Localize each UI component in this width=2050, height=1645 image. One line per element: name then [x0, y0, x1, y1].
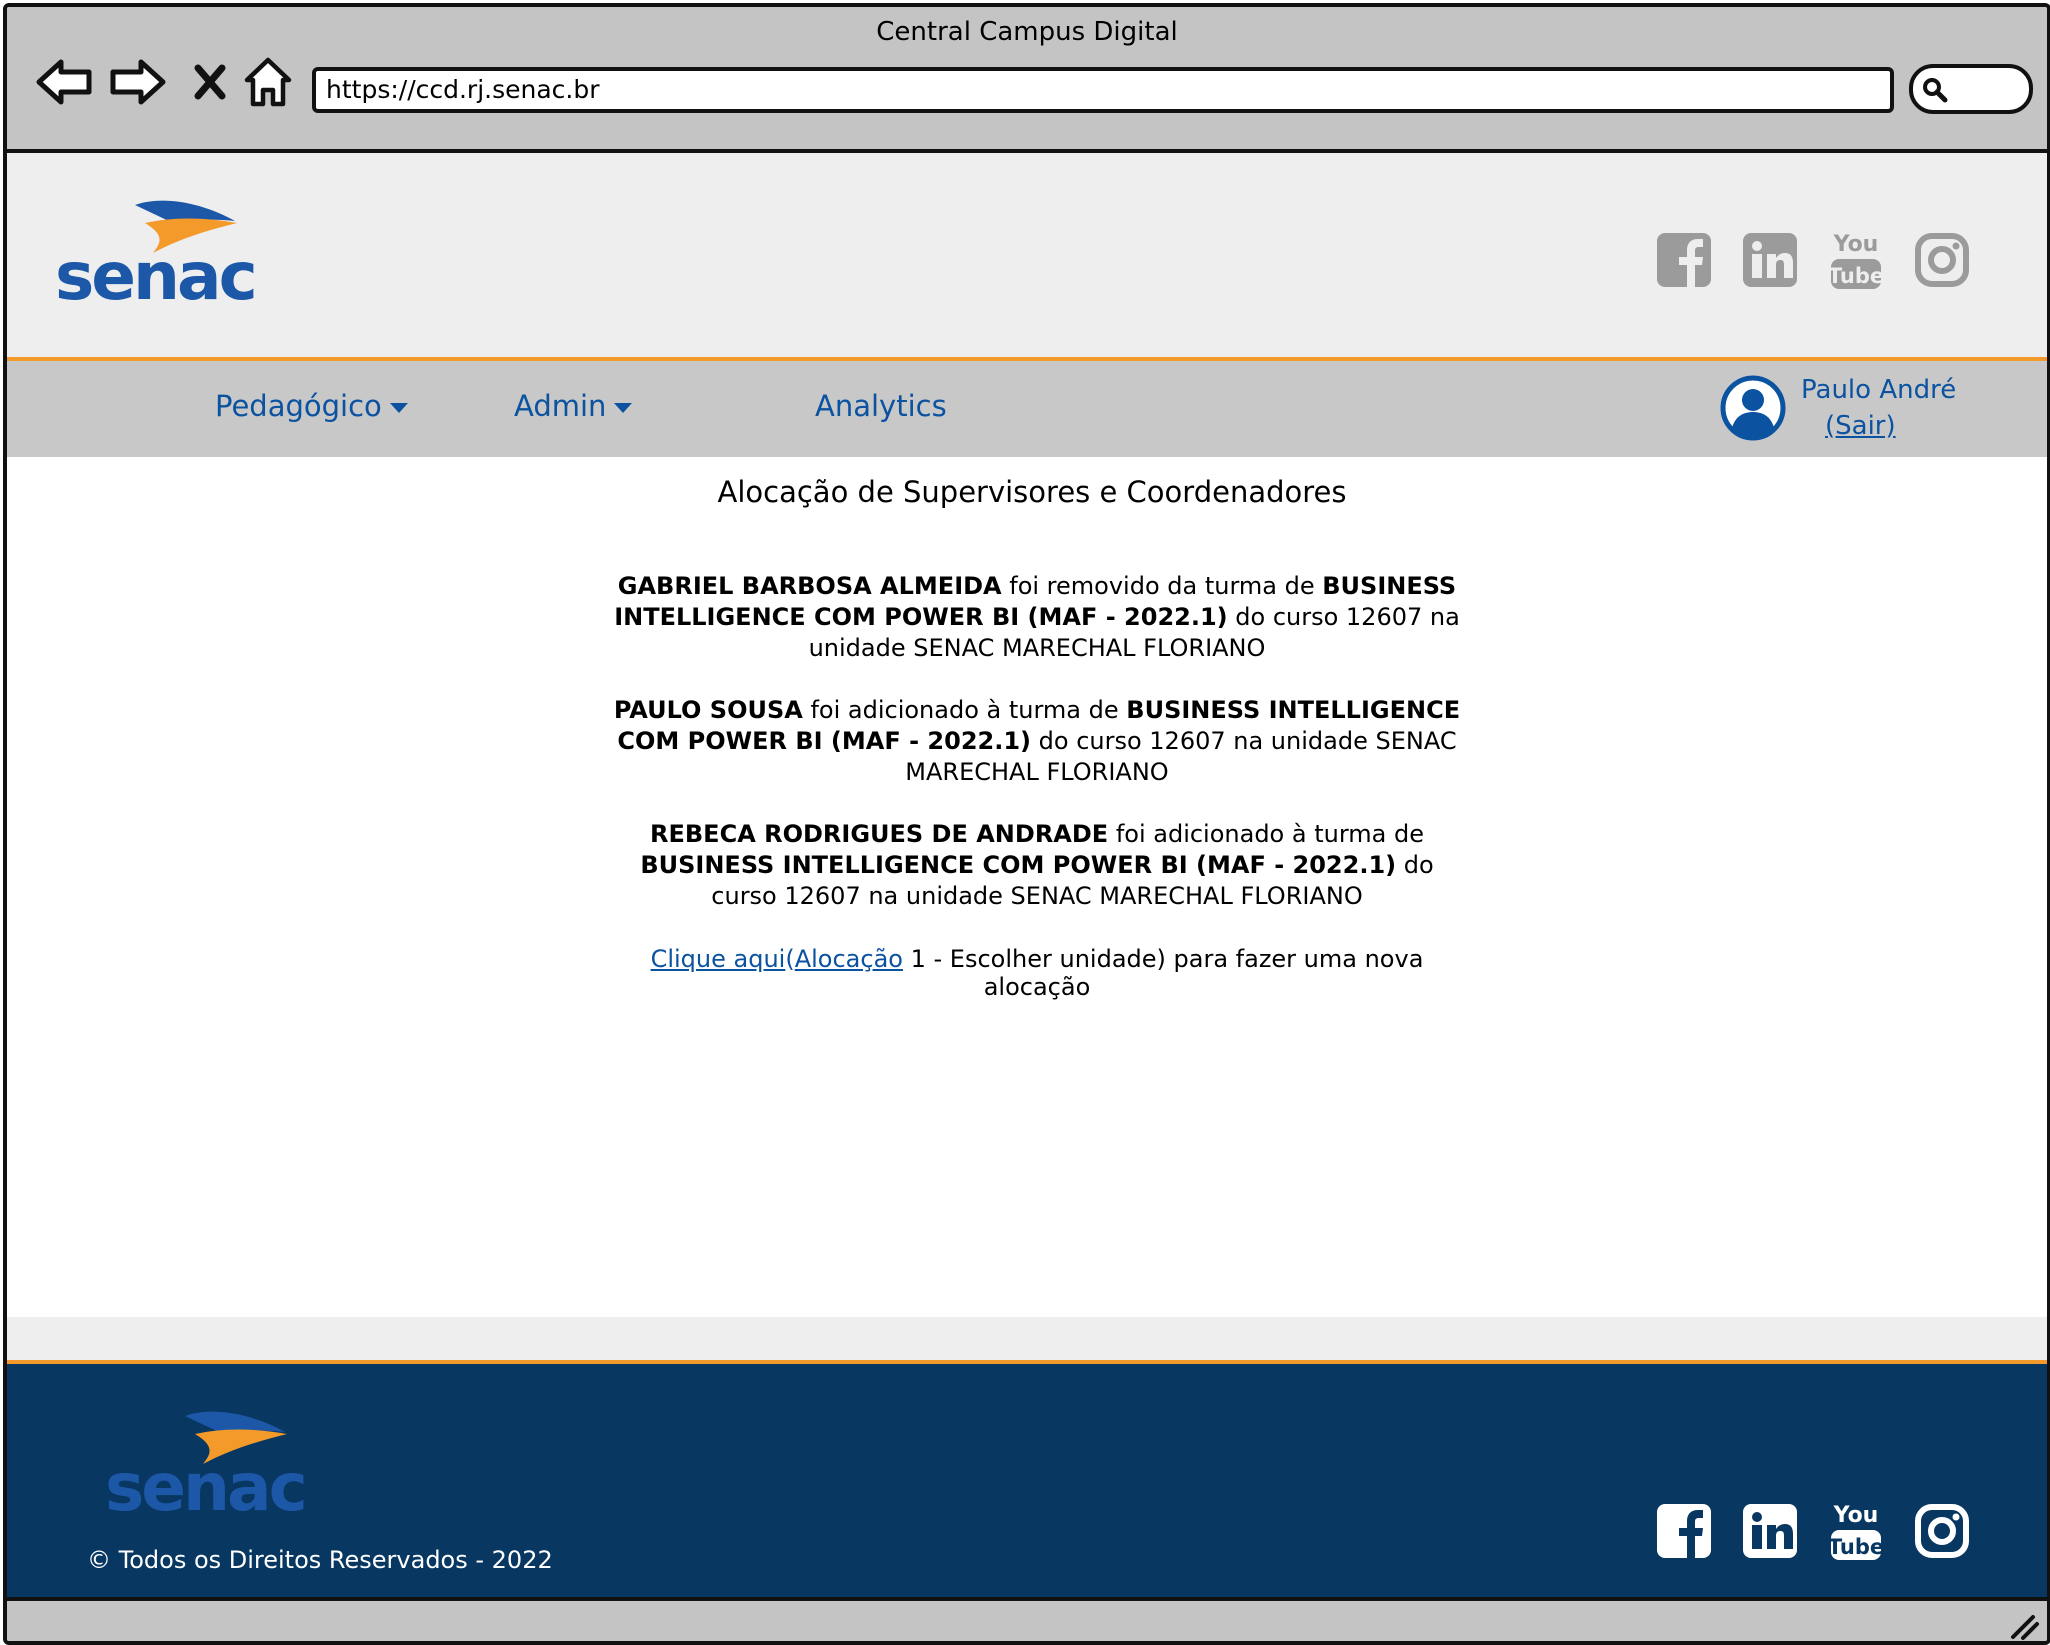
forward-button[interactable] [107, 51, 169, 113]
nav-admin[interactable]: Admin [514, 389, 633, 423]
facebook-link[interactable] [1655, 231, 1713, 289]
person-name: PAULO SOUSA [613, 696, 803, 724]
svg-text:Tube: Tube [1828, 1535, 1884, 1559]
chevron-down-icon [614, 403, 633, 413]
social-links-header: You Tube [1655, 227, 1999, 293]
linkedin-link[interactable] [1741, 1502, 1799, 1560]
svg-text:senac: senac [105, 1449, 305, 1522]
new-allocation-line: Clique aqui(Alocação 1 - Escolher unidad… [607, 945, 1467, 1001]
youtube-link[interactable]: You Tube [1827, 227, 1885, 293]
nav-analytics[interactable]: Analytics [815, 389, 947, 423]
message-action: foi removido da turma de [1001, 572, 1323, 600]
browser-status-bar [7, 1597, 2047, 1641]
main-nav: Pedagógico Admin Analytics Paulo André (… [7, 361, 2047, 457]
search-icon [1923, 78, 1948, 103]
social-links-footer: You Tube [1655, 1498, 1999, 1564]
close-icon [194, 64, 226, 100]
svg-text:You: You [1833, 1503, 1879, 1528]
senac-logo[interactable]: senac [53, 181, 273, 311]
allocation-messages: GABRIEL BARBOSA ALMEIDA foi removido da … [607, 571, 1467, 943]
click-here-link[interactable]: Clique aqui [651, 945, 786, 973]
svg-text:Tube: Tube [1828, 264, 1884, 288]
main-content: Alocação de Supervisores e Coordenadores… [7, 457, 2047, 1317]
logout-link[interactable]: (Sair) [1825, 411, 1896, 441]
resize-handle-icon[interactable] [2007, 1611, 2041, 1641]
copyright-text: © Todos os Direitos Reservados - 2022 [87, 1546, 553, 1574]
forward-arrow-icon [110, 59, 166, 105]
instagram-icon [1915, 1504, 1969, 1558]
linkedin-icon [1743, 1504, 1797, 1558]
browser-toolbar: Central Campus Digital https://ccd.rj.se… [7, 7, 2047, 153]
paren-open: ( [785, 945, 795, 973]
window-title: Central Campus Digital [876, 17, 1178, 47]
instagram-icon [1915, 233, 1969, 287]
youtube-link[interactable]: You Tube [1827, 1498, 1885, 1564]
page-title: Alocação de Supervisores e Coordenadores [717, 475, 1347, 509]
instagram-link[interactable] [1913, 1502, 1971, 1560]
chevron-down-icon [389, 403, 408, 413]
youtube-icon: You Tube [1828, 1503, 1884, 1560]
person-name: GABRIEL BARBOSA ALMEIDA [617, 572, 1002, 600]
allocation-message: GABRIEL BARBOSA ALMEIDA foi removido da … [607, 571, 1467, 664]
allocation-message: REBECA RODRIGUES DE ANDRADE foi adiciona… [607, 819, 1467, 912]
facebook-icon [1657, 233, 1711, 287]
linkedin-icon [1743, 233, 1797, 287]
browser-window: Central Campus Digital https://ccd.rj.se… [3, 3, 2050, 1645]
user-name: Paulo André [1801, 375, 1957, 405]
allocation-message: PAULO SOUSA foi adicionado à turma de BU… [607, 695, 1467, 788]
person-name: REBECA RODRIGUES DE ANDRADE [650, 820, 1109, 848]
stop-button[interactable] [179, 51, 241, 113]
class-name: BUSINESS INTELLIGENCE COM POWER BI (MAF … [640, 851, 1397, 879]
browser-search[interactable] [1909, 64, 2033, 114]
home-button[interactable] [237, 51, 299, 113]
svg-text:senac: senac [55, 238, 255, 311]
nav-pedagogico-label: Pedagógico [215, 389, 382, 423]
message-action: foi adicionado à turma de [1108, 820, 1424, 848]
back-arrow-icon [36, 59, 92, 105]
address-bar[interactable]: https://ccd.rj.senac.br [312, 67, 1894, 113]
nav-pedagogico[interactable]: Pedagógico [215, 389, 408, 423]
footer-divider [7, 1317, 2047, 1364]
user-avatar-icon[interactable] [1719, 374, 1787, 442]
allocation-link[interactable]: Alocação [795, 945, 903, 973]
senac-logo-footer: senac [105, 1411, 308, 1522]
facebook-link[interactable] [1655, 1502, 1713, 1560]
facebook-icon [1657, 1504, 1711, 1558]
new-allocation-text: 1 - Escolher unidade) para fazer uma nov… [902, 945, 1424, 1001]
youtube-icon: You Tube [1828, 232, 1884, 289]
site-header: senac You Tube [7, 153, 2047, 361]
back-button[interactable] [33, 51, 95, 113]
message-action: foi adicionado à turma de [802, 696, 1127, 724]
nav-admin-label: Admin [514, 389, 607, 423]
svg-text:You: You [1833, 232, 1879, 257]
site-footer: senac © Todos os Direitos Reservados - 2… [7, 1364, 2047, 1597]
home-icon [244, 57, 292, 107]
linkedin-link[interactable] [1741, 231, 1799, 289]
instagram-link[interactable] [1913, 231, 1971, 289]
nav-analytics-label: Analytics [815, 389, 947, 423]
